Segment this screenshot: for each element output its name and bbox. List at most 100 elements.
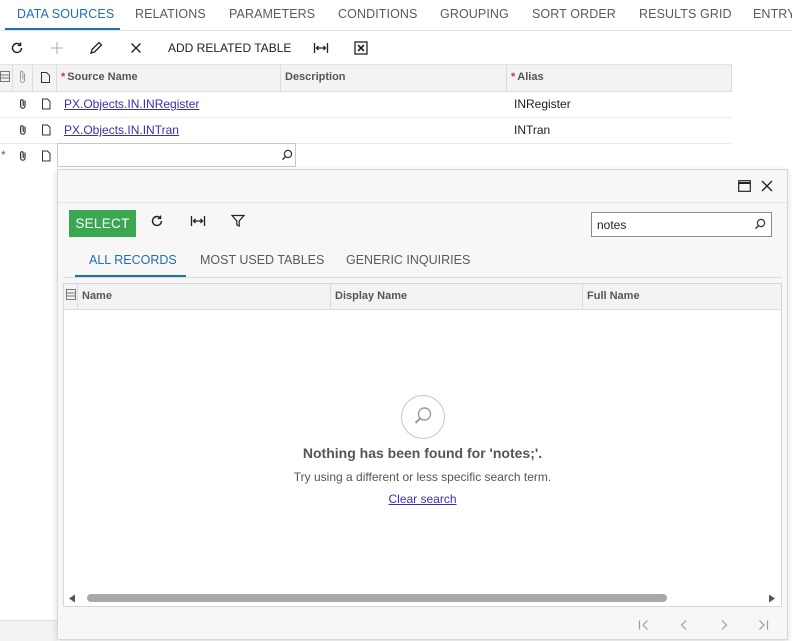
column-display-name[interactable]: Display Name — [331, 284, 583, 309]
pencil-icon — [90, 41, 103, 54]
last-page-icon — [759, 620, 769, 630]
alias-cell[interactable]: INRegister — [514, 91, 571, 117]
tab-most-used-tables[interactable]: MOST USED TABLES — [200, 253, 324, 267]
paperclip-icon — [20, 151, 26, 161]
paperclip-icon — [20, 125, 26, 135]
document-icon — [42, 150, 51, 162]
refresh-icon — [11, 42, 23, 54]
footer-strip — [0, 620, 57, 641]
export-excel-button[interactable] — [349, 36, 373, 60]
search-icon[interactable] — [754, 218, 766, 230]
paperclip-icon — [20, 70, 25, 83]
dialog-search-box — [591, 212, 772, 237]
first-page-icon — [638, 620, 648, 630]
lookup-dialog: SELECT ALL RECORDS MOST USED TABLES GENE… — [57, 169, 788, 640]
column-name[interactable]: Name — [78, 284, 331, 309]
fit-columns-button[interactable] — [309, 36, 333, 60]
column-alias[interactable]: * Alias — [507, 65, 732, 91]
tab-conditions[interactable]: CONDITIONS — [338, 7, 417, 21]
refresh-button[interactable] — [5, 36, 29, 60]
row-selector-column[interactable] — [0, 65, 13, 91]
source-name-link[interactable]: PX.Objects.IN.INRegister — [64, 91, 199, 117]
dialog-refresh-button[interactable] — [150, 214, 164, 228]
note-column — [33, 65, 57, 91]
records-grid-header: Name Display Name Full Name — [64, 284, 781, 310]
records-grid: Name Display Name Full Name Nothing has … — [63, 283, 782, 607]
add-row-button[interactable] — [45, 36, 69, 60]
add-related-table-button[interactable]: ADD RELATED TABLE — [168, 41, 291, 55]
empty-state-title: Nothing has been found for 'notes;'. — [302, 445, 543, 461]
note-cell[interactable] — [40, 124, 52, 136]
table-row[interactable]: PX.Objects.IN.INRegister INRegister — [0, 91, 732, 118]
chevron-right-icon — [721, 620, 728, 630]
active-subtab-indicator — [75, 275, 186, 277]
horizontal-scrollbar[interactable] — [68, 592, 777, 604]
attachment-column — [13, 65, 33, 91]
dialog-search-input[interactable] — [597, 214, 747, 235]
attachment-cell[interactable] — [17, 150, 29, 162]
scrollbar-thumb[interactable] — [87, 594, 667, 602]
tab-results-grid[interactable]: RESULTS GRID — [639, 7, 732, 21]
close-icon — [761, 180, 773, 192]
new-row[interactable]: * — [0, 143, 57, 169]
fit-width-icon — [313, 43, 329, 53]
clear-search-link[interactable]: Clear search — [388, 492, 456, 506]
column-description[interactable]: Description — [281, 65, 507, 91]
maximize-icon — [738, 180, 751, 192]
filter-icon — [231, 214, 245, 227]
attachment-cell[interactable] — [17, 124, 29, 136]
previous-page-button[interactable] — [674, 616, 694, 634]
first-page-button[interactable] — [634, 616, 654, 634]
tab-relations[interactable]: RELATIONS — [135, 7, 206, 21]
column-full-name[interactable]: Full Name — [583, 284, 781, 309]
dialog-fit-columns-button[interactable] — [190, 214, 206, 228]
maximize-button[interactable] — [738, 180, 751, 192]
scroll-left-icon[interactable] — [68, 594, 76, 603]
active-tab-indicator — [5, 28, 120, 30]
edit-button[interactable] — [84, 36, 108, 60]
last-page-button[interactable] — [753, 616, 773, 634]
source-name-link[interactable]: PX.Objects.IN.INTran — [64, 117, 179, 143]
empty-state-icon — [400, 394, 446, 440]
search-icon[interactable] — [281, 149, 293, 161]
close-dialog-button[interactable] — [761, 180, 773, 192]
tab-bar: DATA SOURCES RELATIONS PARAMETERS CONDIT… — [0, 0, 792, 31]
grid-settings-icon — [66, 289, 76, 300]
filter-button[interactable] — [231, 214, 245, 228]
tab-all-records[interactable]: ALL RECORDS — [89, 253, 177, 267]
document-icon — [41, 72, 50, 83]
excel-icon — [354, 41, 368, 55]
tab-data-sources[interactable]: DATA SOURCES — [17, 7, 114, 21]
column-source-name[interactable]: * Source Name — [57, 65, 281, 91]
document-icon — [42, 124, 51, 136]
source-name-lookup-input[interactable] — [57, 143, 296, 167]
refresh-icon — [151, 215, 163, 227]
alias-cell[interactable]: INTran — [514, 117, 550, 143]
plus-icon — [51, 42, 63, 54]
note-cell[interactable] — [40, 150, 52, 162]
select-button[interactable]: SELECT — [69, 210, 136, 237]
attachment-cell[interactable] — [17, 98, 29, 110]
grid-header: * Source Name Description * Alias — [0, 64, 732, 92]
subtab-divider — [63, 277, 782, 278]
row-selector-column[interactable] — [64, 284, 78, 309]
note-cell[interactable] — [40, 98, 52, 110]
empty-state-subtitle: Try using a different or less specific s… — [293, 470, 552, 484]
grid-settings-icon — [0, 71, 10, 82]
document-icon — [42, 98, 51, 110]
table-row[interactable]: PX.Objects.IN.INTran INTran — [0, 117, 732, 144]
tab-entry[interactable]: ENTRY — [753, 7, 792, 21]
paperclip-icon — [20, 99, 26, 109]
tab-generic-inquiries[interactable]: GENERIC INQUIRIES — [346, 253, 470, 267]
close-icon — [131, 43, 141, 53]
next-page-button[interactable] — [714, 616, 734, 634]
scroll-right-icon[interactable] — [768, 594, 776, 603]
new-row-marker: * — [1, 148, 6, 162]
fit-width-icon — [190, 216, 206, 226]
delete-button[interactable] — [124, 36, 148, 60]
tab-grouping[interactable]: GROUPING — [440, 7, 509, 21]
tab-parameters[interactable]: PARAMETERS — [229, 7, 315, 21]
tab-sort-order[interactable]: SORT ORDER — [532, 7, 616, 21]
dialog-titlebar — [58, 170, 787, 203]
magnifier-icon — [400, 394, 446, 440]
